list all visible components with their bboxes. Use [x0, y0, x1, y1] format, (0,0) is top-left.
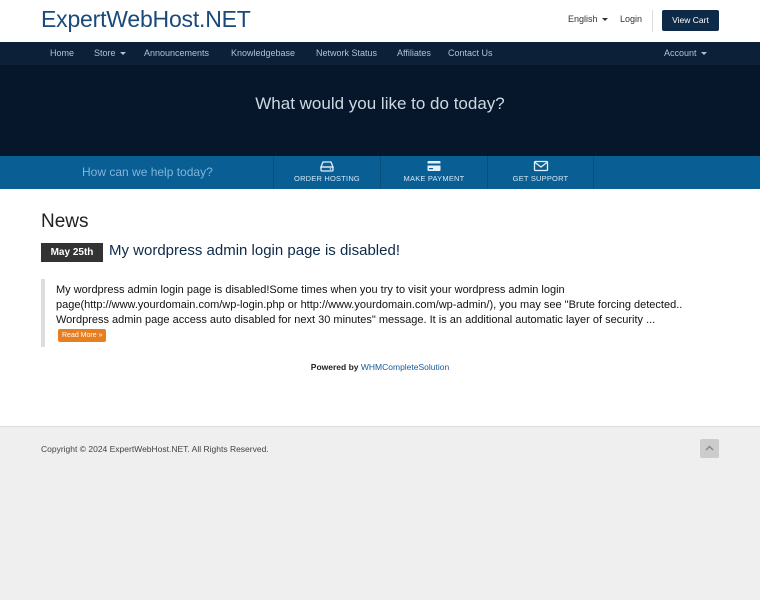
- post-date-badge: May 25th: [41, 243, 103, 262]
- post-excerpt: My wordpress admin login page is disable…: [41, 279, 691, 347]
- login-link[interactable]: Login: [620, 14, 642, 24]
- post-excerpt-text: My wordpress admin login page is disable…: [56, 284, 683, 326]
- nav-item-label: Account: [664, 48, 697, 58]
- footer-divider: [0, 426, 760, 427]
- chevron-up-icon: [705, 445, 714, 451]
- caret-down-icon: [601, 18, 608, 22]
- order-hosting-button[interactable]: ORDER HOSTING: [273, 156, 380, 189]
- read-more-button[interactable]: Read More »: [58, 328, 107, 342]
- get-support-button[interactable]: GET SUPPORT: [487, 156, 594, 189]
- nav-item-affiliates[interactable]: Affiliates: [397, 48, 431, 58]
- caret-down-icon: [119, 52, 126, 56]
- hdd-icon: [320, 161, 334, 172]
- nav-item-announcements[interactable]: Announcements: [144, 48, 209, 58]
- main-content: News May 25th My wordpress admin login p…: [0, 189, 760, 426]
- credit-card-icon: [427, 161, 441, 171]
- nav-item-label: Store: [94, 48, 116, 58]
- help-bar: How can we help today? ORDER HOSTING MAK…: [0, 156, 760, 189]
- news-heading: News: [41, 211, 89, 232]
- nav-item-home[interactable]: Home: [50, 48, 74, 58]
- nav-item-store[interactable]: Store: [94, 48, 126, 58]
- nav-item-knowledgebase[interactable]: Knowledgebase: [231, 48, 295, 58]
- hero-banner: What would you like to do today?: [0, 65, 760, 156]
- hero-heading: What would you like to do today?: [255, 94, 505, 113]
- main-nav: Home Store Announcements Knowledgebase N…: [0, 42, 760, 65]
- make-payment-label: MAKE PAYMENT: [403, 174, 465, 183]
- caret-down-icon: [700, 52, 707, 56]
- post-title-link[interactable]: My wordpress admin login page is disable…: [109, 242, 400, 259]
- powered-by: Powered by WHMCompleteSolution: [0, 362, 760, 372]
- view-cart-button[interactable]: View Cart: [662, 10, 719, 31]
- make-payment-button[interactable]: MAKE PAYMENT: [380, 156, 487, 189]
- powered-by-link[interactable]: WHMCompleteSolution: [361, 362, 449, 372]
- language-selector[interactable]: English: [568, 14, 608, 24]
- nav-item-network-status[interactable]: Network Status: [316, 48, 377, 58]
- get-support-label: GET SUPPORT: [512, 174, 569, 183]
- top-header: ExpertWebHost.NET English Login View Car…: [0, 0, 760, 42]
- nav-item-account[interactable]: Account: [664, 48, 707, 58]
- powered-by-prefix: Powered by: [310, 362, 359, 372]
- nav-item-contact-us[interactable]: Contact Us: [448, 48, 493, 58]
- language-label: English: [568, 14, 598, 24]
- copyright-text: Copyright © 2024 ExpertWebHost.NET. All …: [41, 444, 269, 454]
- envelope-icon: [533, 160, 548, 172]
- order-hosting-label: ORDER HOSTING: [294, 174, 360, 183]
- site-logo[interactable]: ExpertWebHost.NET: [41, 6, 251, 33]
- divider: [652, 10, 653, 32]
- help-prompt: How can we help today?: [82, 165, 213, 179]
- back-to-top-button[interactable]: [700, 439, 719, 458]
